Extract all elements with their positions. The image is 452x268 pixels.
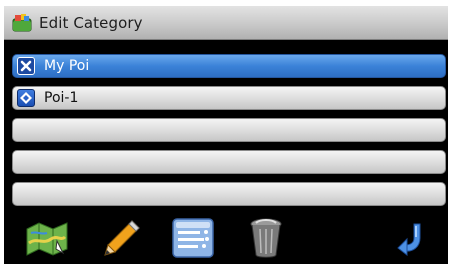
title-bar: Edit Category (4, 6, 448, 40)
category-row-empty[interactable] (12, 118, 446, 142)
category-row-my-poi[interactable]: My Poi (12, 54, 446, 78)
bottom-toolbar (4, 214, 448, 264)
map-icon (23, 219, 71, 261)
trash-icon (248, 217, 284, 263)
category-label: My Poi (44, 58, 90, 74)
map-button[interactable] (22, 220, 72, 260)
list-icon (170, 217, 216, 263)
edit-category-screen: Edit Category My Poi Poi-1 (4, 6, 448, 264)
delete-x-icon[interactable] (17, 57, 35, 75)
page-title: Edit Category (39, 13, 143, 32)
category-list-button[interactable] (168, 218, 218, 262)
poi-diamond-icon (17, 89, 35, 107)
category-label: Poi-1 (44, 90, 79, 106)
delete-button[interactable] (244, 218, 288, 262)
back-arrow-icon (394, 220, 430, 260)
category-row-poi-1[interactable]: Poi-1 (12, 86, 446, 110)
category-row-empty[interactable] (12, 150, 446, 174)
pencil-icon (102, 218, 142, 262)
back-button[interactable] (390, 220, 434, 260)
rename-button[interactable] (100, 218, 144, 262)
category-row-empty[interactable] (12, 182, 446, 206)
category-folder-icon (12, 13, 32, 33)
